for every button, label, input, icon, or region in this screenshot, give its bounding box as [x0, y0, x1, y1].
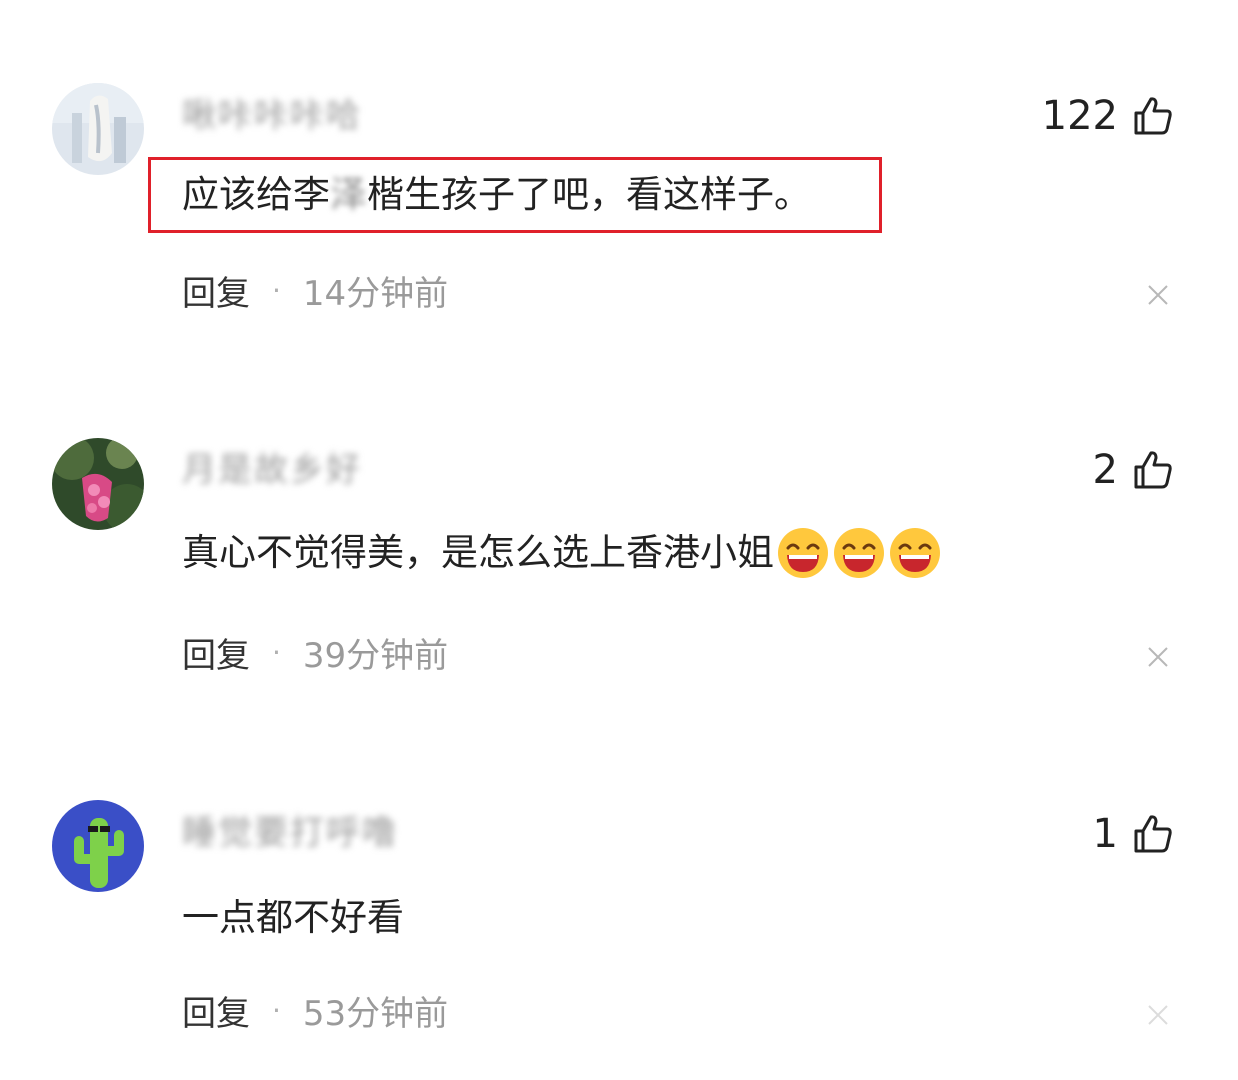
like-count: 1 — [1092, 811, 1118, 857]
thumbs-up-icon[interactable] — [1132, 449, 1174, 491]
separator-dot: · — [272, 635, 281, 669]
username[interactable]: 月是故乡好 — [182, 450, 362, 490]
reply-button[interactable]: 回复 — [182, 628, 250, 677]
comment-text-part: 真心不觉得美，是怎么选上香港小姐 — [182, 531, 774, 574]
thumbs-up-icon[interactable] — [1132, 813, 1174, 855]
laughing-emoji-icon — [888, 526, 942, 580]
timestamp: 39分钟前 — [302, 635, 449, 676]
like-count: 2 — [1092, 447, 1118, 493]
separator-dot: · — [272, 993, 281, 1027]
comment-meta: 回复 · 39分钟前 — [182, 628, 449, 677]
like-button[interactable]: 1 — [1093, 808, 1174, 860]
comment-meta: 回复 · 53分钟前 — [182, 986, 449, 1035]
laughing-emoji-icon — [832, 526, 886, 580]
close-icon[interactable] — [1146, 1003, 1170, 1027]
timestamp: 53分钟前 — [302, 993, 449, 1034]
close-icon[interactable] — [1146, 645, 1170, 669]
comment-text: 真心不觉得美，是怎么选上香港小姐 — [182, 526, 942, 580]
laughing-emoji-icon — [776, 526, 830, 580]
comment-item: 睡觉要打呼噜 1 一点都不好看 回复 · 53分钟前 — [0, 0, 1238, 1034]
comment-text: 一点都不好看 — [182, 893, 404, 943]
like-button[interactable]: 2 — [1093, 444, 1174, 496]
avatar[interactable] — [52, 438, 144, 530]
avatar[interactable] — [52, 800, 144, 892]
comment-list: 啾咔咔咔哈 122 应该给李泽楷生孩子了吧，看这样子。 回复 · 14分钟前 月… — [0, 0, 1238, 1080]
comment-text-part: 一点都不好看 — [182, 896, 404, 939]
username[interactable]: 睡觉要打呼噜 — [182, 813, 398, 853]
reply-button[interactable]: 回复 — [182, 986, 250, 1035]
